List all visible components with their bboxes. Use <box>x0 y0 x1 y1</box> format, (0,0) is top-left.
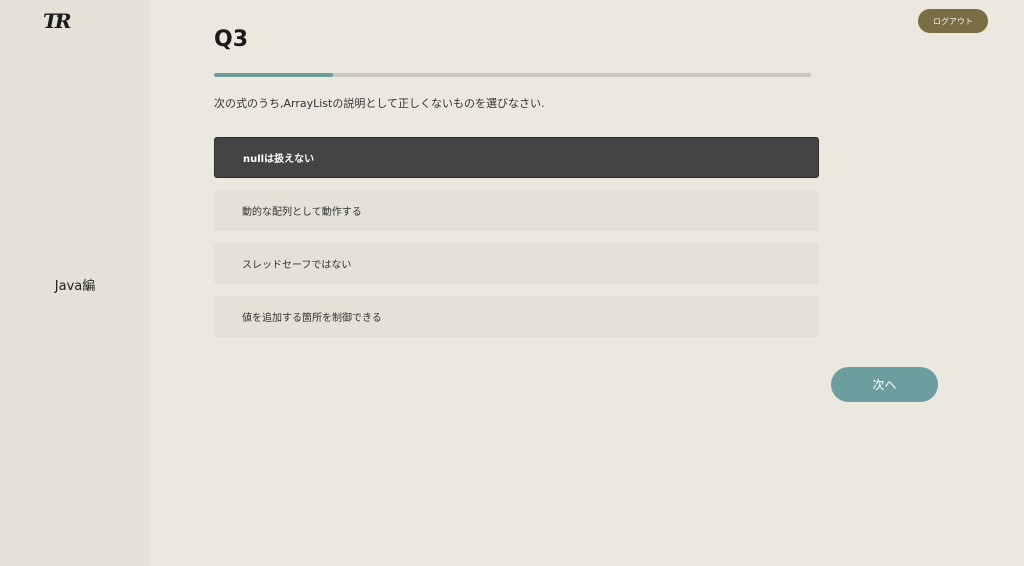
progress-bar <box>214 73 811 77</box>
question-number: Q3 <box>214 27 249 52</box>
answer-option-3[interactable]: スレッドセーフではない <box>214 243 819 284</box>
app: TR Java編 ログアウト Q3 次の式のうち,ArrayListの説明として… <box>0 0 1024 566</box>
answer-option-label: 値を追加する箇所を制御できる <box>242 313 382 324</box>
question-text: 次の式のうち,ArrayListの説明として正しくないものを選びなさい. <box>214 97 545 110</box>
sidebar: TR Java編 <box>0 0 150 566</box>
section-label: Java編 <box>54 279 96 294</box>
progress-bar-fill <box>214 73 334 77</box>
answer-option-4[interactable]: 値を追加する箇所を制御できる <box>214 296 819 337</box>
answer-option-label: nullは扱えない <box>243 154 315 165</box>
answer-option-label: スレッドセーフではない <box>242 260 352 271</box>
answer-option-label: 動的な配列として動作する <box>242 207 362 218</box>
logo[interactable]: TR <box>43 9 71 33</box>
answer-option-2[interactable]: 動的な配列として動作する <box>214 190 819 231</box>
answer-option-1[interactable]: nullは扱えない <box>214 137 819 178</box>
logout-button[interactable]: ログアウト <box>918 9 988 33</box>
next-button[interactable]: 次へ <box>831 367 938 402</box>
answer-options: nullは扱えない 動的な配列として動作する スレッドセーフではない 値を追加す… <box>214 137 819 349</box>
